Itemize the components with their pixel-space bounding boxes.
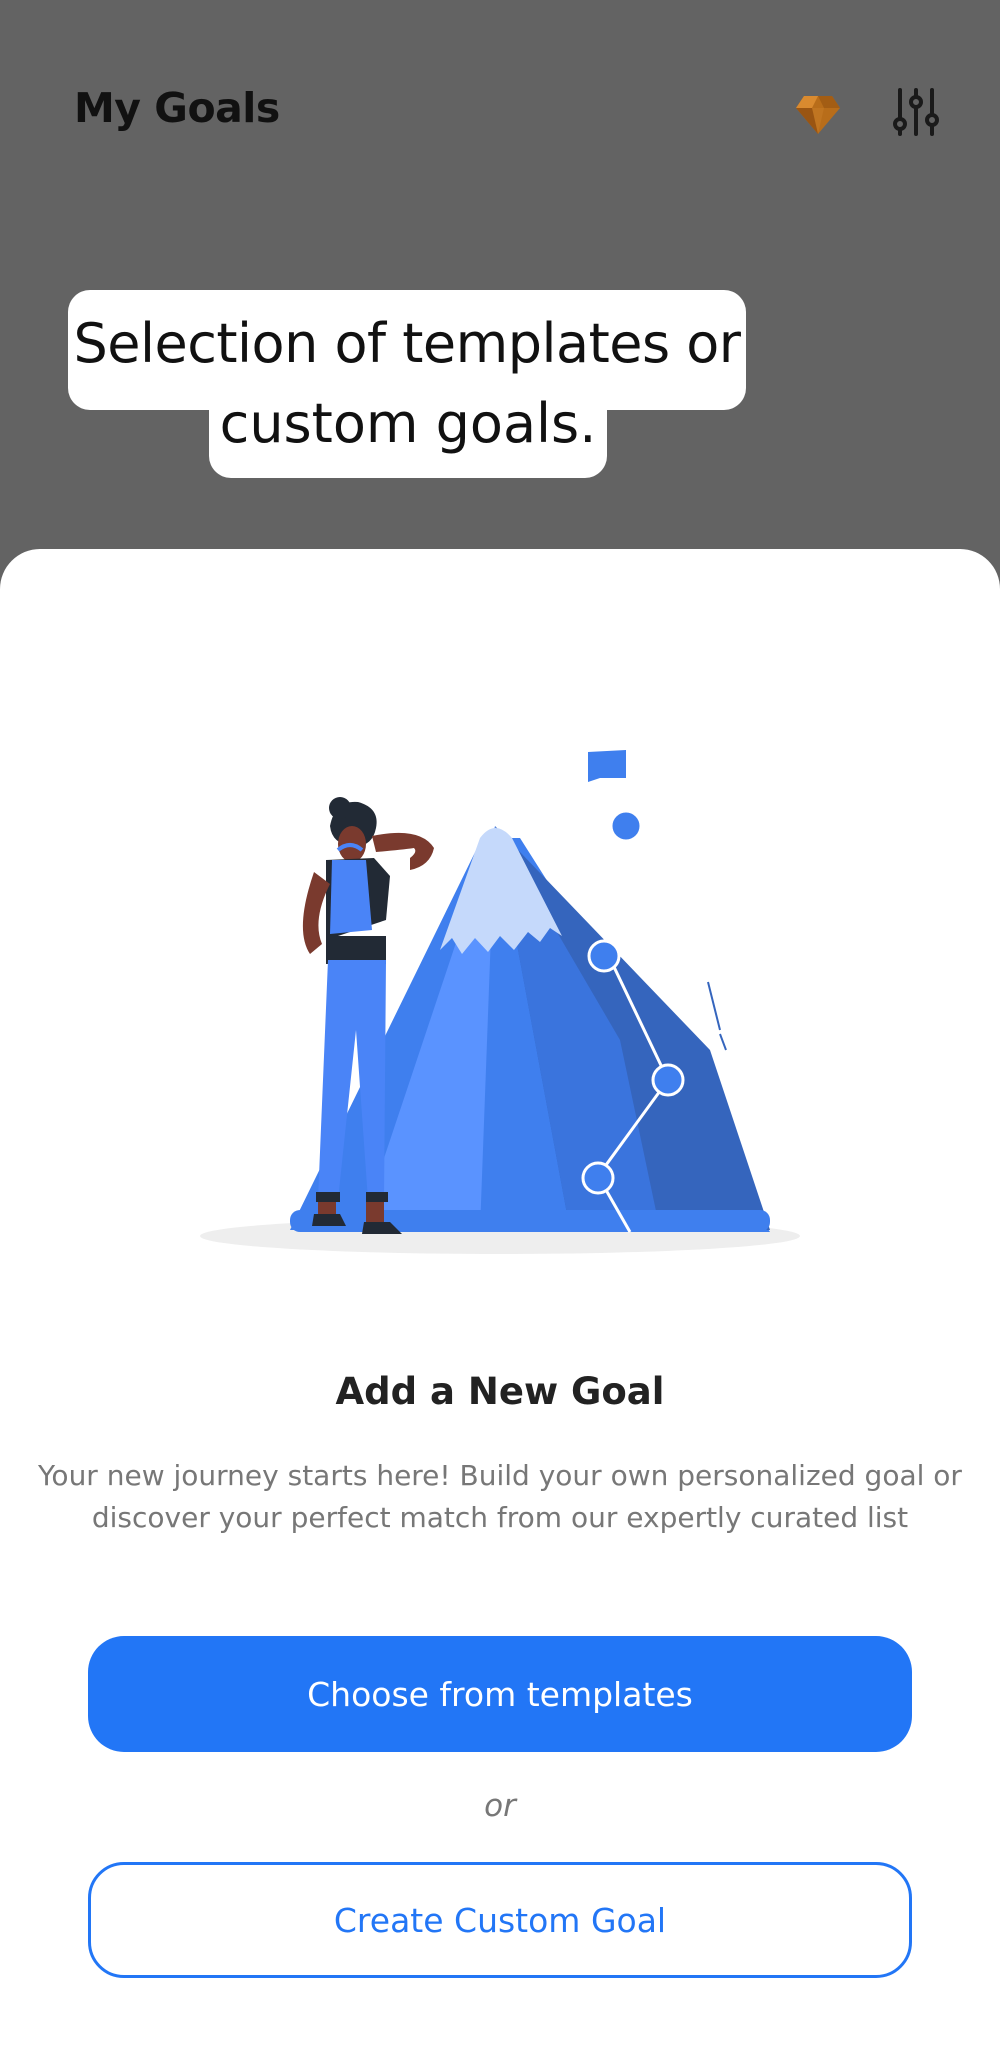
person-looking-at-mountain-illustration xyxy=(200,750,800,1254)
flag xyxy=(588,750,628,812)
gem-icon xyxy=(796,96,840,134)
choose-from-templates-button[interactable]: Choose from templates xyxy=(88,1636,912,1752)
create-custom-goal-button[interactable]: Create Custom Goal xyxy=(88,1862,912,1978)
caption-line2-text: custom goals. xyxy=(219,392,597,455)
caption-bubble-continuation: custom goals. xyxy=(209,396,607,478)
or-separator: or xyxy=(484,1788,516,1824)
sheet-title: Add a New Goal xyxy=(335,1370,665,1413)
premium-button[interactable] xyxy=(792,86,844,138)
filter-button[interactable] xyxy=(888,84,944,140)
sliders-icon xyxy=(893,88,939,136)
sheet-description: Your new journey starts here! Build your… xyxy=(38,1459,962,1534)
page-title: My Goals xyxy=(74,84,280,132)
